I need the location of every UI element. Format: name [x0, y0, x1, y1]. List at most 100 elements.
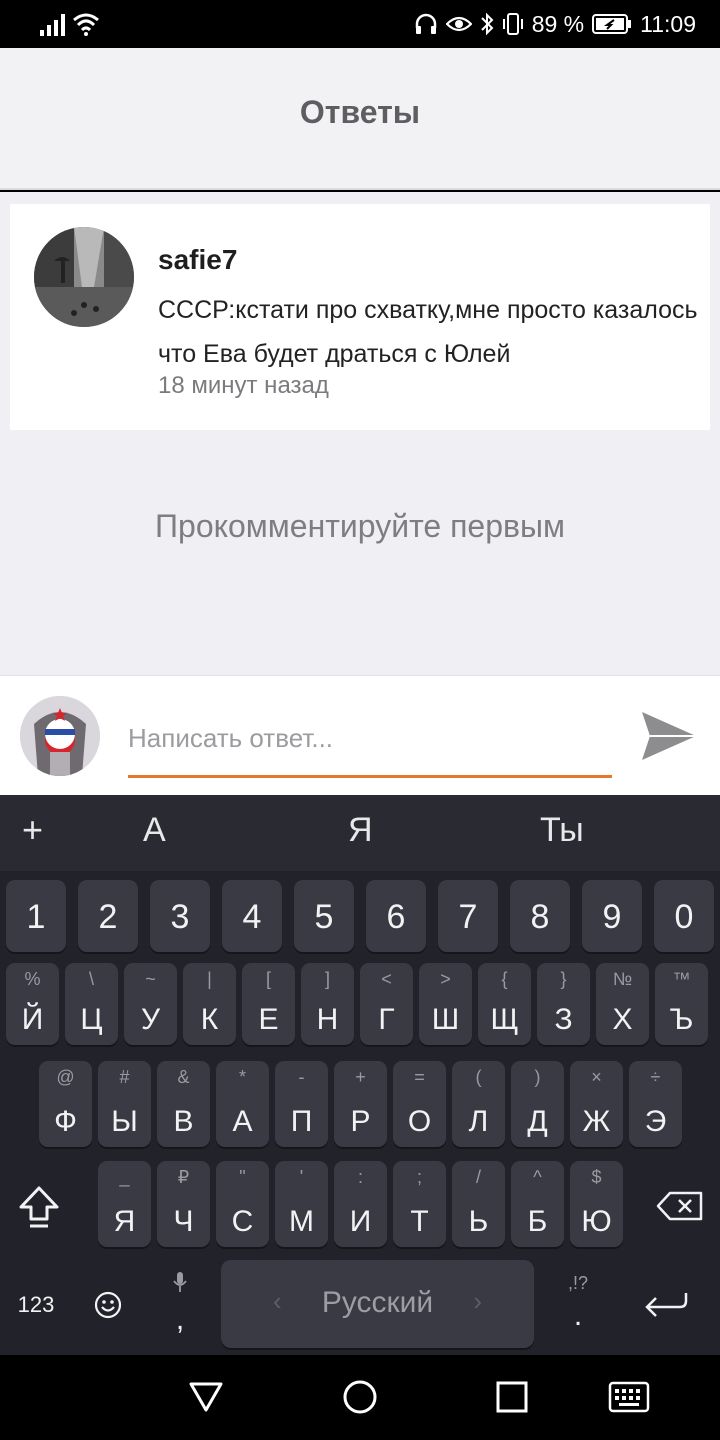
key-Е[interactable]: [Е	[242, 963, 295, 1045]
replies-content: safie7 СССР:кстати про схватку,мне прост…	[0, 192, 720, 675]
key-Щ[interactable]: {Щ	[478, 963, 531, 1045]
key-secondary-label: _	[119, 1167, 130, 1187]
key-label: О	[407, 1105, 432, 1138]
home-circle-icon[interactable]	[342, 1379, 378, 1415]
key-Б[interactable]: ^ Б	[511, 1161, 564, 1247]
key-secondary-label: |	[207, 969, 212, 989]
recents-square-icon[interactable]	[496, 1381, 528, 1413]
back-triangle-icon[interactable]	[188, 1380, 224, 1414]
key-Ь[interactable]: / Ь	[452, 1161, 505, 1247]
key-Ю[interactable]: $ Ю	[570, 1161, 623, 1247]
key-label: Л	[468, 1105, 489, 1138]
empty-replies-message: Прокомментируйте первым	[155, 508, 565, 544]
key-label: Г	[378, 1003, 395, 1036]
battery-percent: 89 %	[531, 10, 585, 37]
key-Ф[interactable]: @ Ф	[39, 1061, 92, 1147]
key-secondary-label: @	[56, 1067, 75, 1087]
reply-input[interactable]	[128, 716, 612, 778]
key-2[interactable]: 2	[78, 880, 138, 952]
enter-icon[interactable]	[644, 1291, 690, 1319]
suggestion-2[interactable]: Я	[348, 811, 373, 850]
key-Г[interactable]: < Г	[360, 963, 413, 1045]
vibrate-icon	[502, 13, 523, 35]
key-label: Ф	[54, 1105, 77, 1138]
key-label: Ъ	[669, 1003, 694, 1036]
key-Т[interactable]: ; Т	[393, 1161, 446, 1247]
key-label: В	[173, 1105, 194, 1138]
comment-text: СССР:кстати про схватку,мне просто казал…	[158, 296, 698, 368]
key-1[interactable]: 1	[6, 880, 66, 952]
key-secondary-label: /	[475, 1167, 481, 1187]
key-secondary-label: ~	[145, 969, 156, 989]
key-М[interactable]: ' М	[275, 1161, 328, 1247]
emoji-icon[interactable]	[94, 1291, 122, 1319]
key-О[interactable]: = О	[393, 1061, 446, 1147]
key-0[interactable]: 0	[654, 880, 714, 952]
key-Д[interactable]: ) Д	[511, 1061, 564, 1147]
clock: 11:09	[640, 10, 696, 37]
key-secondary-label: :	[357, 1167, 363, 1187]
key-9[interactable]: 9	[582, 880, 642, 952]
commenter-avatar[interactable]	[34, 227, 134, 327]
key-Ы[interactable]: # Ы	[98, 1061, 151, 1147]
numbers-mode-button[interactable]: 123	[10, 1292, 62, 1318]
period-key[interactable]: ,!? .	[556, 1265, 600, 1345]
backspace-icon[interactable]	[656, 1191, 704, 1221]
keyboard-switch-icon[interactable]	[608, 1381, 650, 1413]
key-П[interactable]: -П	[275, 1061, 328, 1147]
key-А[interactable]: * А	[216, 1061, 269, 1147]
period-label: .	[573, 1299, 583, 1332]
key-3[interactable]: 3	[150, 880, 210, 952]
key-И[interactable]: :И	[334, 1161, 387, 1247]
comment-card[interactable]: safie7 СССР:кстати про схватку,мне прост…	[10, 204, 710, 430]
key-6[interactable]: 6	[366, 880, 426, 952]
status-bar: 89 % 11:09	[0, 0, 720, 48]
key-Ч[interactable]: ₽ Ч	[157, 1161, 210, 1247]
key-Я[interactable]: _ Я	[98, 1161, 151, 1247]
key-4[interactable]: 4	[222, 880, 282, 952]
key-label: Б	[527, 1205, 548, 1238]
key-С[interactable]: " С	[216, 1161, 269, 1247]
key-secondary-label: [	[265, 969, 271, 989]
key-Ц[interactable]: \ Ц	[65, 963, 118, 1045]
key-label: 6	[386, 898, 406, 936]
key-К[interactable]: | К	[183, 963, 236, 1045]
suggestion-1[interactable]: А	[143, 811, 166, 850]
suggestion-3[interactable]: Ты	[540, 811, 584, 850]
key-secondary-label: "	[239, 1167, 246, 1187]
bluetooth-icon	[480, 12, 494, 36]
app-header: Ответы	[0, 48, 720, 190]
key-label: Ц	[80, 1003, 103, 1036]
key-Н[interactable]: ] Н	[301, 963, 354, 1045]
key-З[interactable]: } З	[537, 963, 590, 1045]
comma-label: ,	[175, 1303, 185, 1336]
key-7[interactable]: 7	[438, 880, 498, 952]
toolbar-expand-button[interactable]: +	[22, 809, 43, 851]
key-label: Ю	[581, 1205, 612, 1238]
key-Ж[interactable]: × Ж	[570, 1061, 623, 1147]
key-Р[interactable]: + Р	[334, 1061, 387, 1147]
key-Й[interactable]: % Й	[6, 963, 59, 1045]
key-secondary-label: ]	[324, 969, 330, 989]
key-5[interactable]: 5	[294, 880, 354, 952]
key-Ш[interactable]: > Ш	[419, 963, 472, 1045]
comma-key[interactable]: ,	[160, 1265, 200, 1345]
key-secondary-label: ™	[672, 969, 691, 989]
key-Э[interactable]: ÷ Э	[629, 1061, 682, 1147]
key-Х[interactable]: № Х	[596, 963, 649, 1045]
shift-icon[interactable]	[18, 1185, 60, 1229]
key-label: Р	[350, 1105, 371, 1138]
key-8[interactable]: 8	[510, 880, 570, 952]
key-В[interactable]: & В	[157, 1061, 210, 1147]
space-bar[interactable]: ‹ Русский ›	[221, 1260, 534, 1348]
key-Л[interactable]: (Л	[452, 1061, 505, 1147]
send-icon[interactable]	[640, 710, 698, 762]
key-У[interactable]: ~ У	[124, 963, 177, 1045]
comment-author[interactable]: safie7	[158, 244, 237, 276]
key-secondary-label: '	[299, 1167, 304, 1187]
key-label: Е	[258, 1003, 279, 1036]
key-secondary-label: <	[381, 969, 392, 989]
key-label: М	[289, 1205, 314, 1238]
key-Ъ[interactable]: ™ Ъ	[655, 963, 708, 1045]
key-label: А	[232, 1105, 253, 1138]
